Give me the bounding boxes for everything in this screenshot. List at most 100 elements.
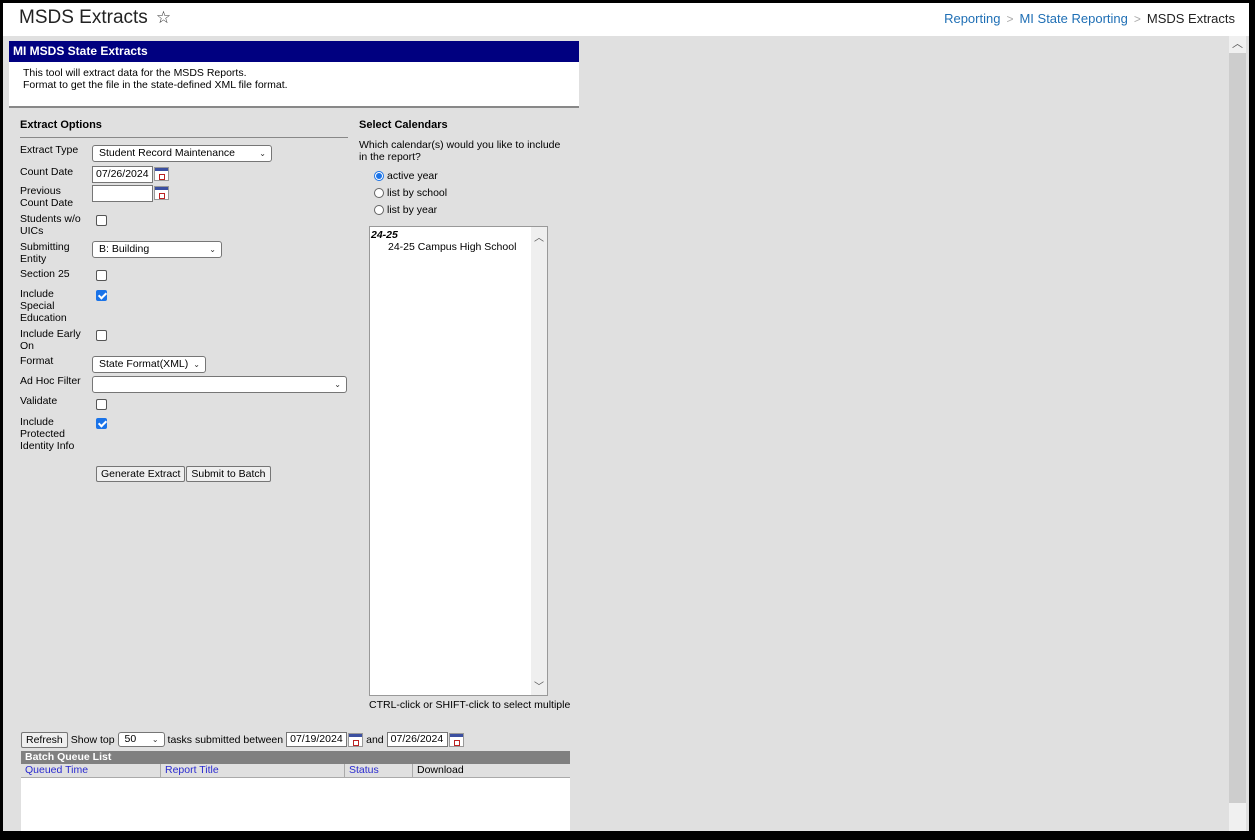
chevron-right-icon: > [1006, 11, 1014, 26]
calendar-question: Which calendar(s) would you like to incl… [359, 139, 579, 167]
include-protected-identity-checkbox[interactable] [96, 418, 107, 429]
include-special-education-row: Include Special Education [20, 288, 350, 328]
page-title-container: MSDS Extracts ☆ [19, 7, 171, 29]
ad-hoc-filter-select[interactable]: ⌄ [92, 376, 347, 393]
extract-type-row: Extract Type Student Record Maintenance … [20, 144, 350, 166]
calendar-icon[interactable] [154, 167, 169, 181]
intro-text-line-2: Format to get the file in the state-defi… [23, 79, 288, 91]
scroll-up-icon[interactable]: ︿ [1229, 36, 1246, 53]
radio-button[interactable] [374, 204, 384, 215]
batch-toolbar: Refresh Show top 50 ⌄ tasks submitted be… [21, 731, 581, 748]
chevron-up-icon[interactable]: ︿ [531, 229, 547, 244]
previous-count-date-label: Previous Count Date [20, 185, 92, 213]
page-title: MSDS Extracts [19, 7, 148, 28]
format-value: State Format(XML) [99, 358, 189, 370]
chevron-down-icon: ⌄ [259, 149, 266, 158]
label-line: Students w/o [20, 213, 81, 225]
label-line: Entity [20, 253, 47, 265]
section-25-label: Section 25 [20, 268, 70, 280]
submitting-entity-value: B: Building [99, 243, 150, 255]
calendar-listbox[interactable]: 24-25 24-25 Campus High School ︿ ﹀ [369, 226, 548, 696]
include-early-on-checkbox[interactable] [96, 330, 107, 341]
validate-row: Validate [20, 395, 350, 416]
calendar-option[interactable]: 24-25 Campus High School [370, 241, 547, 254]
show-top-value: 50 [124, 733, 137, 745]
breadcrumb: Reporting > MI State Reporting > MSDS Ex… [944, 11, 1235, 26]
show-top-select[interactable]: 50 ⌄ [117, 732, 165, 747]
radio-list-by-year[interactable]: list by year [359, 201, 579, 218]
label-line: Count Date [20, 197, 74, 209]
students-wo-uics-checkbox[interactable] [96, 215, 107, 226]
chevron-down-icon: ⌄ [334, 380, 341, 389]
batch-queue-title: Batch Queue List [21, 751, 570, 764]
format-select[interactable]: State Format(XML) ⌄ [92, 356, 206, 373]
calendar-icon[interactable] [448, 733, 464, 747]
radio-button[interactable] [374, 187, 384, 198]
previous-count-date-row: Previous Count Date [20, 185, 350, 213]
radio-button[interactable] [374, 170, 384, 181]
star-outline-icon[interactable]: ☆ [156, 8, 171, 28]
start-date-input[interactable]: 07/19/2024 [286, 732, 348, 747]
include-early-on-row: Include Early On [20, 328, 350, 355]
count-date-label: Count Date [20, 166, 74, 178]
radio-list-by-school[interactable]: list by school [359, 184, 579, 201]
radio-label: active year [387, 169, 438, 182]
refresh-button[interactable]: Refresh [21, 731, 68, 748]
page-header: MSDS Extracts ☆ Reporting > MI State Rep… [3, 3, 1249, 36]
include-special-education-label: Include Special Education [20, 288, 92, 328]
question-line: in the report? [359, 151, 421, 163]
students-wo-uics-label: Students w/o UICs [20, 213, 92, 241]
between-label: tasks submitted between [167, 733, 284, 746]
generate-extract-button[interactable]: Generate Extract [96, 466, 186, 482]
column-report-title[interactable]: Report Title [160, 764, 344, 777]
intro-text-line-1: This tool will extract data for the MSDS… [23, 67, 247, 79]
submitting-entity-select[interactable]: B: Building ⌄ [92, 241, 222, 258]
scrollbar-track-end [1229, 803, 1246, 831]
extract-type-value: Student Record Maintenance [99, 147, 236, 159]
label-line: Education [20, 312, 67, 324]
validate-checkbox[interactable] [96, 399, 107, 410]
select-calendars: Select Calendars Which calendar(s) would… [359, 119, 579, 711]
panel-title: MI MSDS State Extracts [9, 41, 579, 62]
section-25-checkbox[interactable] [96, 270, 107, 281]
app-window: MSDS Extracts ☆ Reporting > MI State Rep… [3, 3, 1249, 831]
calendar-group-label: 24-25 [371, 229, 398, 241]
batch-queue-body [21, 778, 570, 831]
include-special-education-checkbox[interactable] [96, 290, 107, 301]
radio-active-year[interactable]: active year [359, 167, 579, 184]
validate-label: Validate [20, 395, 58, 407]
label-line: Submitting [20, 241, 70, 253]
breadcrumb-current: MSDS Extracts [1146, 11, 1235, 26]
label-line: UICs [20, 225, 44, 237]
extract-type-select[interactable]: Student Record Maintenance ⌄ [92, 145, 272, 162]
label-line: Include [20, 288, 54, 300]
end-date-input[interactable]: 07/26/2024 [386, 732, 448, 747]
column-queued-time[interactable]: Queued Time [21, 764, 160, 777]
column-status[interactable]: Status [344, 764, 412, 777]
breadcrumb-reporting[interactable]: Reporting [944, 11, 1000, 26]
chevron-down-icon[interactable]: ﹀ [531, 678, 547, 693]
students-wo-uics-row: Students w/o UICs [20, 213, 350, 241]
count-date-input[interactable]: 07/26/2024 [92, 166, 153, 183]
multi-select-hint: CTRL-click or SHIFT-click to select mult… [369, 699, 571, 711]
radio-label: list by year [387, 203, 438, 216]
submitting-entity-row: Submitting Entity B: Building ⌄ [20, 241, 350, 268]
show-top-label: Show top [70, 733, 115, 746]
label-line: Previous [20, 185, 61, 197]
breadcrumb-mi-state-reporting[interactable]: MI State Reporting [1019, 11, 1127, 26]
label-line: Include [20, 416, 54, 428]
calendar-icon[interactable] [154, 186, 169, 200]
chevron-right-icon: > [1133, 11, 1141, 26]
chevron-down-icon: ⌄ [193, 360, 200, 369]
submit-to-batch-button[interactable]: Submit to Batch [186, 466, 271, 482]
previous-count-date-input[interactable] [92, 185, 153, 202]
calendar-icon[interactable] [348, 733, 364, 747]
extract-panel: MI MSDS State Extracts This tool will ex… [9, 41, 579, 831]
extract-type-label: Extract Type [20, 144, 79, 156]
submitting-entity-label: Submitting Entity [20, 241, 92, 268]
label-line: Special [20, 300, 55, 312]
format-row: Format State Format(XML) ⌄ [20, 355, 350, 375]
select-calendars-title: Select Calendars [359, 119, 448, 131]
page-scrollbar[interactable]: ︿ [1229, 36, 1246, 831]
listbox-scrollbar[interactable]: ︿ ﹀ [531, 227, 547, 695]
